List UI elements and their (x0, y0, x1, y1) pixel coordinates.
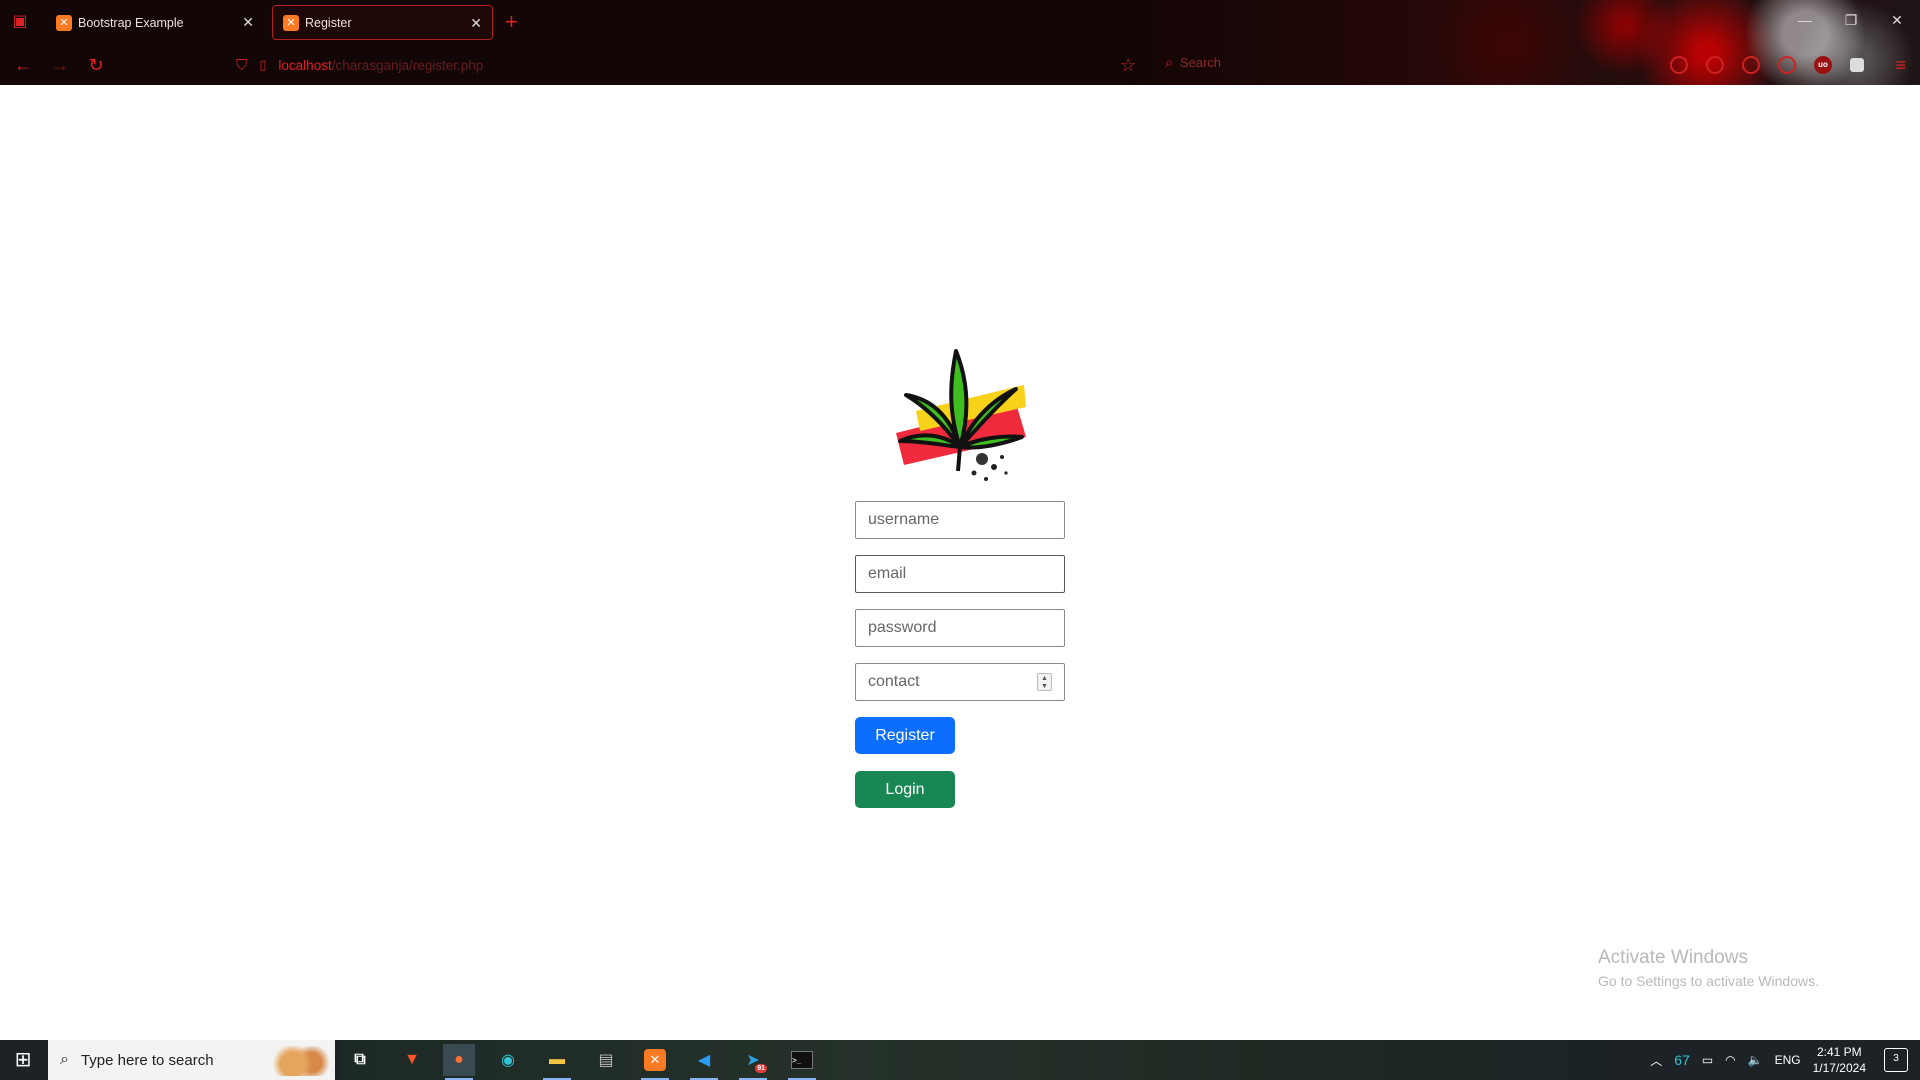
url-host: localhost (278, 57, 332, 73)
task-view-icon[interactable]: ⧉ (344, 1044, 376, 1076)
system-tray: ︿ 67 ▭ ◠ 🔈 ENG 2:41 PM 1/17/2024 3 (1650, 1040, 1920, 1080)
clock-time: 2:41 PM (1816, 1045, 1862, 1059)
extensions-puzzle-icon[interactable] (1850, 58, 1864, 72)
menu-icon[interactable]: ≡ (1895, 53, 1906, 77)
search-bar[interactable]: ⌕ Search (1165, 54, 1221, 71)
tab-bootstrap-example[interactable]: ✕ Bootstrap Example ✕ (46, 5, 264, 40)
clock-date: 1/17/2024 (1812, 1061, 1866, 1075)
tab-register[interactable]: ✕ Register ✕ (272, 5, 493, 40)
notification-count: 3 (1893, 1053, 1899, 1064)
watermark-subtitle: Go to Settings to activate Windows. (1598, 973, 1819, 989)
temperature-readout[interactable]: 67 (1674, 1052, 1690, 1068)
page-info-icon[interactable]: ▯ (259, 57, 266, 73)
ublock-icon[interactable]: uo (1814, 56, 1832, 74)
watermark-title: Activate Windows (1598, 947, 1748, 968)
address-bar[interactable]: ⛉ ▯ localhost/charasganja/register.php (236, 51, 1136, 79)
firefox-icon[interactable]: ● (443, 1044, 475, 1080)
notification-center-icon[interactable]: 3 (1884, 1048, 1908, 1072)
minimize-icon[interactable]: — (1795, 10, 1815, 30)
chevron-up-icon[interactable]: ︿ (1650, 1052, 1662, 1069)
contact-field-wrapper: ▲▼ (855, 663, 1065, 701)
password-input[interactable] (856, 610, 1064, 646)
telegram-badge: 91 (755, 1064, 767, 1073)
activate-windows-watermark: Activate Windows Go to Settings to activ… (1598, 947, 1819, 989)
register-form: ▲▼ Register Login (855, 501, 1065, 808)
search-highlight-image (267, 1046, 331, 1076)
close-tab-icon[interactable]: ✕ (470, 15, 482, 31)
extensions-area: uo (1670, 56, 1864, 74)
extension-icon[interactable] (1670, 56, 1688, 74)
back-icon[interactable]: ← (11, 53, 35, 77)
telegram-icon[interactable]: ➤ 91 (737, 1044, 769, 1080)
file-explorer-icon[interactable]: ▬ (541, 1044, 573, 1080)
windows-start-icon[interactable]: ⊞ (0, 1040, 46, 1080)
url-path: /charasganja/register.php (331, 57, 484, 73)
username-field-wrapper (855, 501, 1065, 539)
terminal-icon[interactable]: >_ (786, 1044, 818, 1080)
navigation-toolbar: ← → ↻ ⛉ ▯ localhost/charasganja/register… (0, 45, 1920, 85)
cannabis-leaf-logo (896, 349, 1026, 481)
number-stepper[interactable]: ▲ ▼ (1037, 673, 1052, 691)
username-input[interactable] (856, 502, 1064, 538)
search-icon: ⌕ (1165, 54, 1173, 70)
extension-icon[interactable] (1706, 56, 1724, 74)
forward-icon[interactable]: → (48, 53, 72, 77)
email-field-wrapper (855, 555, 1065, 593)
xampp-icon[interactable]: ✕ (639, 1044, 671, 1080)
extension-icon[interactable] (1778, 56, 1796, 74)
xampp-icon: ✕ (283, 14, 299, 31)
edge-icon[interactable]: ◉ (492, 1044, 524, 1076)
vscode-icon[interactable]: ◀ (688, 1044, 720, 1080)
tab-title: Bootstrap Example (78, 15, 184, 30)
wifi-icon[interactable]: ◠ (1725, 1053, 1735, 1067)
register-button[interactable]: Register (855, 717, 955, 754)
xampp-icon: ✕ (56, 14, 72, 31)
tab-strip: ▣ ✕ Bootstrap Example ✕ ✕ Register ✕ + —… (0, 0, 1920, 45)
tab-title: Register (305, 15, 352, 30)
bookmark-star-icon[interactable]: ☆ (1120, 53, 1136, 77)
email-input[interactable] (856, 556, 1064, 592)
language-indicator[interactable]: ENG (1775, 1053, 1801, 1067)
search-placeholder: Search (1179, 55, 1222, 70)
login-button[interactable]: Login (855, 771, 955, 808)
clock[interactable]: 2:41 PM 1/17/2024 (1813, 1044, 1866, 1076)
contact-input[interactable] (856, 664, 1064, 700)
browser-chrome: ▣ ✕ Bootstrap Example ✕ ✕ Register ✕ + —… (0, 0, 1920, 85)
taskbar-background (340, 1040, 1640, 1080)
brave-browser-icon[interactable]: ▼ (396, 1044, 428, 1076)
tab-list-icon[interactable]: ▣ (10, 12, 30, 32)
new-tab-button[interactable]: + (505, 10, 518, 34)
shield-icon[interactable]: ⛉ (236, 57, 247, 74)
reload-icon[interactable]: ↻ (84, 53, 108, 77)
battery-icon[interactable]: ▭ (1702, 1053, 1713, 1067)
extension-icon[interactable] (1742, 56, 1760, 74)
close-window-icon[interactable]: ✕ (1887, 10, 1907, 30)
taskbar: ⊞ ⌕ Type here to search ⧉ ▼ ● ◉ ▬ ▤ ✕ ◀ … (0, 1040, 1920, 1080)
page-content: ▲▼ Register Login Activate Windows Go to… (0, 85, 1920, 1040)
app-icon[interactable]: ▤ (590, 1044, 622, 1076)
search-icon: ⌕ (60, 1051, 69, 1068)
restore-icon[interactable]: ❐ (1841, 10, 1861, 30)
close-tab-icon[interactable]: ✕ (242, 14, 254, 30)
volume-icon[interactable]: 🔈 (1748, 1053, 1763, 1067)
taskbar-search[interactable]: ⌕ Type here to search (48, 1040, 335, 1080)
taskbar-search-placeholder: Type here to search (80, 1051, 214, 1069)
password-field-wrapper (855, 609, 1065, 647)
